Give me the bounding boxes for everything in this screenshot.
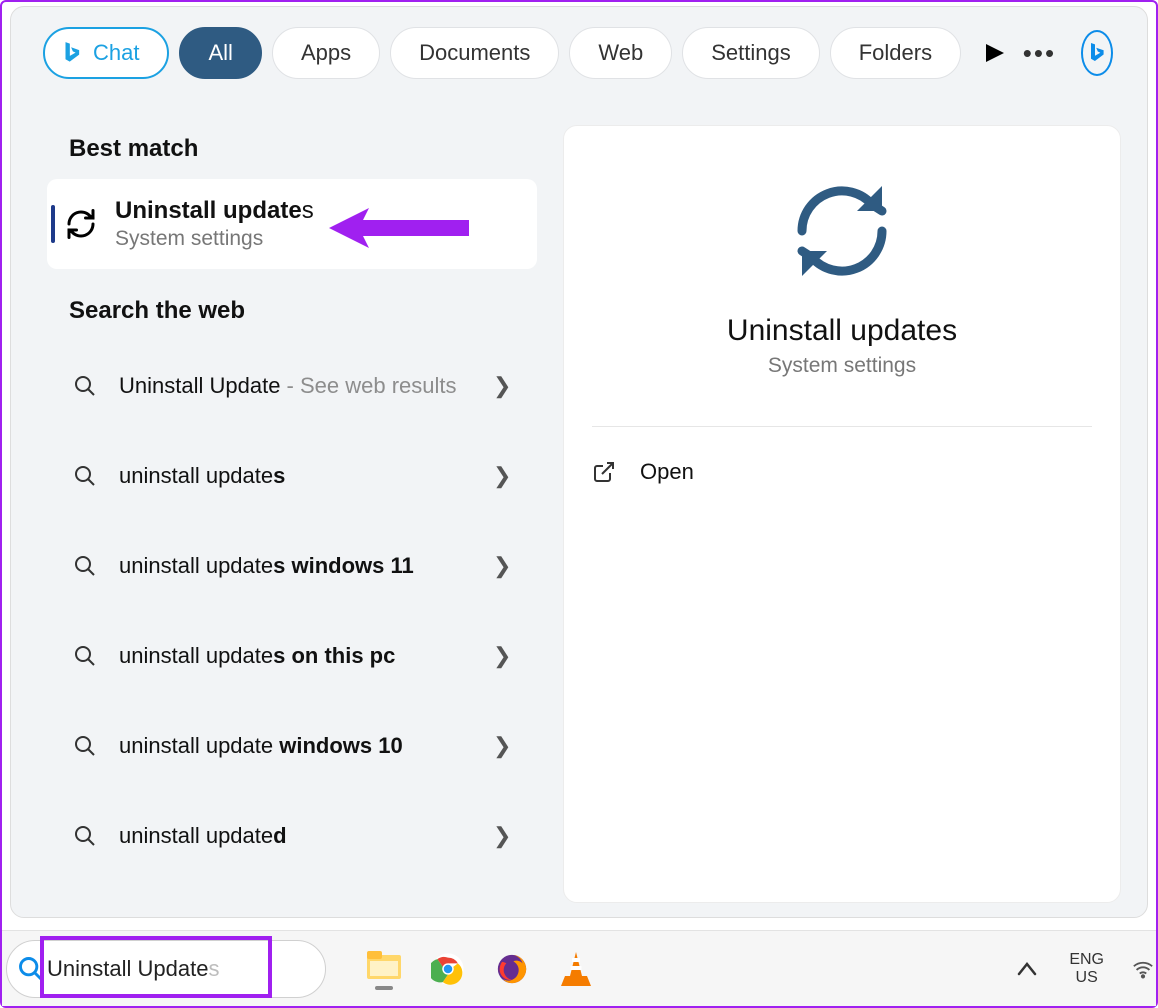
- web-result[interactable]: uninstall update windows 10 ❯: [47, 701, 537, 791]
- chrome-icon[interactable]: [430, 951, 466, 987]
- divider: [592, 426, 1092, 427]
- taskbar-search-input[interactable]: Uninstall Updates: [6, 940, 326, 998]
- filter-documents[interactable]: Documents: [390, 27, 559, 79]
- web-result[interactable]: uninstall updates windows 11 ❯: [47, 521, 537, 611]
- taskbar-pinned-apps: [366, 948, 594, 990]
- language-line1: ENG: [1069, 951, 1104, 969]
- firefox-icon[interactable]: [494, 951, 530, 987]
- chevron-right-icon: ❯: [493, 643, 523, 669]
- chevron-right-icon: ❯: [493, 463, 523, 489]
- wifi-icon[interactable]: [1132, 959, 1154, 979]
- filter-chat[interactable]: Chat: [43, 27, 169, 79]
- filter-all-label: All: [208, 40, 232, 66]
- preview-title: Uninstall updates: [564, 314, 1120, 348]
- refresh-icon: [61, 204, 101, 244]
- search-icon: [65, 554, 105, 578]
- preview-pane: Uninstall updates System settings Open: [563, 125, 1121, 903]
- open-button[interactable]: Open: [564, 435, 1120, 509]
- web-result-text: uninstall updates: [119, 461, 479, 491]
- filter-apps[interactable]: Apps: [272, 27, 380, 79]
- search-icon: [65, 734, 105, 758]
- selection-indicator: [51, 205, 55, 243]
- web-results-list: Uninstall Update - See web results ❯ uni…: [47, 341, 537, 881]
- taskbar-system-tray: ENG US: [1007, 947, 1156, 990]
- filter-folders[interactable]: Folders: [830, 27, 961, 79]
- windows-search-panel: Chat All Apps Documents Web Settings Fol…: [10, 6, 1148, 918]
- web-result-text: uninstall updates windows 11: [119, 551, 479, 581]
- chevron-right-icon: ❯: [493, 553, 523, 579]
- tray-overflow-icon[interactable]: [1007, 956, 1047, 982]
- search-icon: [17, 955, 45, 983]
- search-icon: [65, 374, 105, 398]
- filter-settings[interactable]: Settings: [682, 27, 820, 79]
- filter-chat-label: Chat: [93, 40, 139, 66]
- chevron-right-icon: ❯: [493, 733, 523, 759]
- taskbar: Uninstall Updates: [2, 930, 1156, 1006]
- web-result-text: uninstall update windows 10: [119, 731, 479, 761]
- search-icon: [65, 644, 105, 668]
- results-column: Best match Uninstall updates System se: [47, 115, 537, 881]
- ellipsis-icon: •••: [1023, 38, 1056, 69]
- filter-settings-label: Settings: [711, 40, 791, 66]
- filter-all[interactable]: All: [179, 27, 261, 79]
- taskbar-search-ghost: s: [208, 956, 219, 982]
- web-result[interactable]: uninstall updates on this pc ❯: [47, 611, 537, 701]
- web-result[interactable]: Uninstall Update - See web results ❯: [47, 341, 537, 431]
- web-result-text: uninstall updates on this pc: [119, 641, 479, 671]
- chevron-right-icon: ❯: [493, 373, 523, 399]
- web-result[interactable]: uninstall updates ❯: [47, 431, 537, 521]
- taskbar-search-typed: Uninstall Update: [47, 956, 208, 982]
- filter-folders-label: Folders: [859, 40, 932, 66]
- best-match-subtitle: System settings: [115, 227, 314, 251]
- more-filters-expand-icon[interactable]: [977, 27, 1012, 79]
- filter-web-label: Web: [598, 40, 643, 66]
- bing-icon: [59, 40, 85, 66]
- chevron-right-icon: ❯: [493, 823, 523, 849]
- web-result-text: Uninstall Update - See web results: [119, 371, 479, 401]
- search-icon: [65, 464, 105, 488]
- best-match-heading: Best match: [69, 135, 537, 163]
- language-line2: US: [1069, 969, 1104, 987]
- best-match-title: Uninstall updates: [115, 197, 314, 225]
- open-external-icon: [592, 460, 616, 484]
- refresh-icon: [777, 166, 907, 296]
- filter-web[interactable]: Web: [569, 27, 672, 79]
- filter-documents-label: Documents: [419, 40, 530, 66]
- search-web-heading: Search the web: [69, 297, 537, 325]
- web-result[interactable]: uninstall updated ❯: [47, 791, 537, 881]
- best-match-result[interactable]: Uninstall updates System settings: [47, 179, 537, 269]
- open-label: Open: [640, 459, 694, 485]
- bing-icon: [1085, 41, 1109, 65]
- options-button[interactable]: •••: [1022, 27, 1057, 79]
- language-indicator[interactable]: ENG US: [1063, 947, 1110, 990]
- bing-chat-button[interactable]: [1081, 30, 1113, 76]
- search-icon: [65, 824, 105, 848]
- filter-apps-label: Apps: [301, 40, 351, 66]
- web-result-text: uninstall updated: [119, 821, 479, 851]
- preview-subtitle: System settings: [564, 354, 1120, 378]
- file-explorer-icon[interactable]: [366, 948, 402, 990]
- search-filter-row: Chat All Apps Documents Web Settings Fol…: [11, 7, 1147, 97]
- vlc-icon[interactable]: [558, 951, 594, 987]
